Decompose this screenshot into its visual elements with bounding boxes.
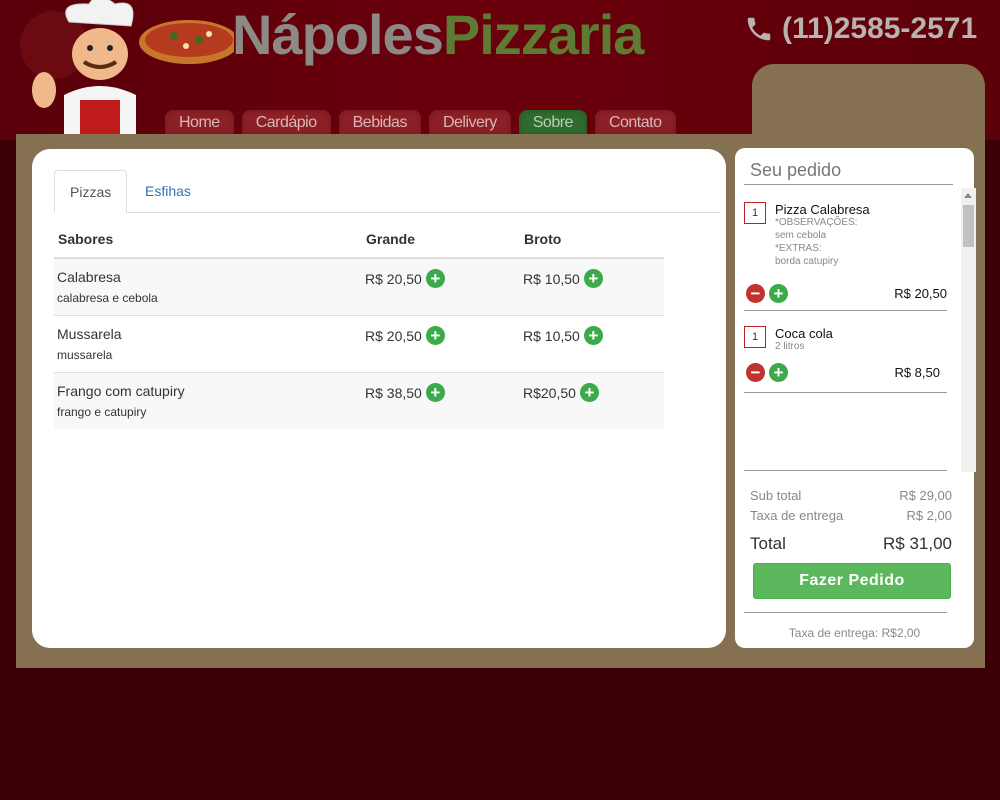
phone-number: (11)2585-2571 — [744, 12, 977, 46]
divider — [744, 392, 947, 393]
add-icon[interactable]: + — [769, 284, 788, 303]
price-broto: R$ 10,50 — [523, 327, 580, 344]
divider — [744, 470, 947, 471]
nav-bebidas[interactable]: Bebidas — [338, 110, 421, 135]
pizza-table: Sabores Grande Broto Calabresa calabresa… — [54, 223, 664, 429]
item-note: 2 litros — [775, 341, 805, 352]
scroll-up-icon[interactable] — [964, 193, 972, 198]
phone-icon — [747, 17, 771, 41]
order-totals: Sub total R$ 29,00 Taxa de entrega R$ 2,… — [750, 488, 952, 554]
price-grande: R$ 20,50 — [365, 270, 422, 287]
divider — [744, 184, 953, 185]
add-icon[interactable]: + — [425, 326, 445, 345]
order-frame-tab — [752, 64, 985, 144]
divider — [744, 310, 947, 311]
add-icon[interactable]: + — [583, 269, 603, 288]
nav-sobre[interactable]: Sobre — [518, 110, 587, 135]
delivery-fee-label: Taxa de entrega — [750, 508, 844, 523]
menu-tabs: Pizzas Esfihas — [54, 170, 720, 213]
price-broto: R$20,50 — [523, 384, 576, 401]
column-header-grande: Grande — [362, 223, 520, 259]
table-row: Frango com catupiry frango e catupiry R$… — [54, 372, 664, 429]
total-label: Total — [750, 534, 786, 553]
price-broto: R$ 10,50 — [523, 270, 580, 287]
subtotal-label: Sub total — [750, 488, 802, 503]
item-price: R$ 8,50 — [894, 365, 940, 380]
flavor-description: calabresa e cebola — [57, 291, 158, 305]
item-actions: − + — [746, 284, 788, 303]
item-quantity[interactable]: 1 — [744, 202, 766, 224]
item-name: Pizza Calabresa — [775, 202, 870, 217]
flavor-name: Frango com catupiry — [57, 383, 185, 399]
add-icon[interactable]: + — [769, 363, 788, 382]
order-scrollbar[interactable] — [961, 188, 976, 472]
brand-name-part2: Pizzaria — [442, 3, 645, 66]
item-price: R$ 20,50 — [894, 286, 947, 301]
add-icon[interactable]: + — [425, 269, 445, 288]
main-nav: Home Cardápio Bebidas Delivery Sobre Con… — [165, 110, 676, 135]
price-grande: R$ 20,50 — [365, 327, 422, 344]
subtotal-value: R$ 29,00 — [899, 488, 952, 503]
item-name: Coca cola — [775, 326, 833, 341]
item-note: *OBSERVAÇÕES: — [775, 217, 858, 228]
table-row: Calabresa calabresa e cebola R$ 20,50 + R… — [54, 257, 664, 316]
table-row: Mussarela mussarela R$ 20,50 + R$ 10,50 + — [54, 315, 664, 373]
total-value: R$ 31,00 — [883, 534, 952, 553]
brand-logo-text: NápolesPizzaria — [232, 2, 645, 67]
item-quantity[interactable]: 1 — [744, 326, 766, 348]
divider — [744, 612, 947, 613]
add-icon[interactable]: + — [425, 383, 445, 402]
column-header-sabores: Sabores — [54, 223, 362, 259]
add-icon[interactable]: + — [583, 326, 603, 345]
order-panel: Seu pedido 1 Pizza Calabresa *OBSERVAÇÕE… — [735, 148, 976, 648]
delivery-fee-note: Taxa de entrega: R$2,00 — [788, 626, 921, 640]
flavor-name: Mussarela — [57, 326, 122, 342]
menu-panel: Pizzas Esfihas Sabores Grande Broto Cala… — [32, 149, 726, 648]
nav-cardapio[interactable]: Cardápio — [241, 110, 331, 135]
brand-name-part1: Nápoles — [232, 3, 444, 66]
tab-pizzas[interactable]: Pizzas — [54, 170, 128, 213]
item-note: sem cebola — [775, 230, 827, 241]
item-note: borda catupiry — [775, 256, 839, 267]
nav-contato[interactable]: Contato — [594, 110, 676, 135]
place-order-button[interactable]: Fazer Pedido — [753, 563, 951, 599]
scroll-thumb[interactable] — [963, 205, 974, 247]
delivery-fee-value: R$ 2,00 — [906, 508, 952, 523]
order-item: 1 Pizza Calabresa *OBSERVAÇÕES: sem cebo… — [744, 202, 947, 312]
order-title: Seu pedido — [750, 160, 842, 180]
nav-home[interactable]: Home — [165, 110, 234, 135]
order-list: 1 Pizza Calabresa *OBSERVAÇÕES: sem cebo… — [744, 188, 976, 472]
order-item: 1 Coca cola 2 litros − + R$ 8,50 — [744, 326, 947, 406]
item-actions: − + — [746, 363, 788, 382]
phone-number-text: (11)2585-2571 — [782, 12, 978, 45]
flavor-name: Calabresa — [57, 269, 121, 285]
remove-icon[interactable]: − — [746, 284, 765, 303]
nav-delivery[interactable]: Delivery — [428, 110, 511, 135]
price-grande: R$ 38,50 — [365, 384, 422, 401]
column-header-broto: Broto — [520, 223, 664, 259]
item-note: *EXTRAS: — [775, 243, 822, 254]
add-icon[interactable]: + — [579, 383, 599, 402]
flavor-description: frango e catupiry — [57, 405, 147, 419]
remove-icon[interactable]: − — [746, 363, 765, 382]
flavor-description: mussarela — [57, 348, 113, 362]
tab-esfihas[interactable]: Esfihas — [130, 170, 206, 211]
